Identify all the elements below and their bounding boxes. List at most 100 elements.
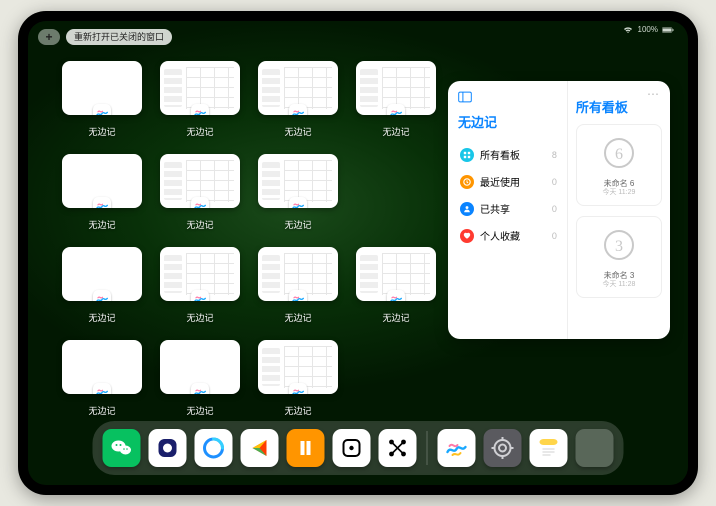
app-switcher-thumb[interactable]: 无边记 [62,340,142,417]
thumb-preview [160,154,240,208]
thumb-label: 无边记 [284,218,311,231]
battery-pct: 100% [638,25,658,34]
thumb-label: 无边记 [284,404,311,417]
new-window-button[interactable]: + [38,29,60,45]
app-switcher-thumb[interactable]: 无边记 [62,154,142,231]
more-icon[interactable]: ⋯ [647,87,660,101]
thumb-preview [62,340,142,394]
freeform-icon [289,197,307,208]
person-icon [460,202,474,216]
app-switcher-thumb[interactable]: 无边记 [160,340,240,417]
status-bar: 100% [622,25,674,34]
thumb-preview [356,247,436,301]
app-switcher-thumb[interactable]: 无边记 [356,247,436,324]
grid-icon [460,148,474,162]
graph-icon[interactable] [379,429,417,467]
sidebar-item-label: 所有看板 [480,147,520,162]
thumb-label: 无边记 [88,311,115,324]
freeform-icon [289,104,307,115]
app-switcher-thumb[interactable]: 无边记 [258,247,338,324]
thumb-preview [62,154,142,208]
sidebar-item-count: 0 [552,177,557,187]
app-switcher-thumb[interactable]: 无边记 [258,61,338,138]
wechat-icon[interactable] [103,429,141,467]
heart-icon [460,229,474,243]
reopen-closed-window-button[interactable]: 重新打开已关闭的窗口 [66,29,172,45]
sidebar-item-count: 0 [552,204,557,214]
svg-text:3: 3 [615,238,623,255]
panel-boards: 所有看板 6未命名 6今天 11:293未命名 3今天 11:28 [568,81,670,339]
thumb-label: 无边记 [88,404,115,417]
freeform-icon [191,104,209,115]
thumb-preview [258,154,338,208]
thumb-preview [356,61,436,115]
freeform-panel[interactable]: ⋯ 无边记 所有看板8最近使用0已共享0个人收藏0 所有看板 6未命名 6今天 … [448,81,670,339]
panel-left-title: 无边记 [458,112,559,131]
sidebar-item[interactable]: 已共享 0 [458,195,559,222]
thumb-preview [258,247,338,301]
top-controls: + 重新打开已关闭的窗口 [38,29,172,45]
wifi-icon [622,26,634,34]
freeform-icon [289,383,307,394]
board-subtitle: 今天 11:28 [602,281,635,289]
app-switcher-thumb[interactable]: 无边记 [160,154,240,231]
thumb-label: 无边记 [186,218,213,231]
thumb-label: 无边记 [186,404,213,417]
quark-icon[interactable] [149,429,187,467]
board-card[interactable]: 6 未命名 6今天 11:29 [576,124,662,206]
app-switcher-thumb[interactable]: 无边记 [258,154,338,231]
freeform-icon [191,197,209,208]
freeform-icon[interactable] [438,429,476,467]
board-sketch: 3 [596,225,642,271]
books-icon[interactable] [287,429,325,467]
dice-icon[interactable] [333,429,371,467]
sidebar-item[interactable]: 个人收藏0 [458,222,559,249]
app-switcher-thumb[interactable]: 无边记 [160,247,240,324]
board-meta: 未命名 6今天 11:29 [602,179,635,197]
thumb-label: 无边记 [382,125,409,138]
thumb-label: 无边记 [284,311,311,324]
sidebar-item[interactable]: 最近使用 0 [458,168,559,195]
thumb-preview [62,247,142,301]
board-sketch: 6 [596,133,642,179]
freeform-icon [93,104,111,115]
thumb-label: 无边记 [284,125,311,138]
settings-icon[interactable] [484,429,522,467]
app-switcher-thumb[interactable]: 无边记 [258,340,338,417]
app-folder[interactable] [576,429,614,467]
svg-text:6: 6 [615,146,623,163]
board-title: 未命名 3 [602,271,635,281]
freeform-icon [387,290,405,301]
sidebar-item-label: 最近使用 [480,174,520,189]
freeform-icon [191,290,209,301]
app-switcher-thumb[interactable]: 无边记 [62,61,142,138]
thumb-preview [160,247,240,301]
app-switcher-thumb[interactable]: 无边记 [62,247,142,324]
thumb-label: 无边记 [88,218,115,231]
battery-icon [662,26,674,34]
dock-divider [427,431,428,465]
freeform-icon [93,383,111,394]
clock-icon [460,175,474,189]
board-card[interactable]: 3 未命名 3今天 11:28 [576,216,662,298]
qqbrowser-icon[interactable] [195,429,233,467]
ipad-device: 100% + 重新打开已关闭的窗口 无边记无边记无边记无边记无边记无边记无边记无… [18,11,698,495]
thumb-preview [160,61,240,115]
dock [93,421,624,475]
sidebar-item[interactable]: 所有看板 8 [458,141,559,168]
sidebar-item-count: 8 [552,150,557,160]
freeform-icon [93,290,111,301]
app-switcher-grid: 无边记无边记无边记无边记无边记无边记无边记无边记无边记无边记无边记无边记无边记无… [62,61,436,417]
board-subtitle: 今天 11:29 [602,189,635,197]
play-icon[interactable] [241,429,279,467]
sidebar-toggle-icon[interactable] [458,91,472,103]
app-switcher-thumb[interactable]: 无边记 [160,61,240,138]
sidebar-item-label: 已共享 [480,201,510,216]
board-meta: 未命名 3今天 11:28 [602,271,635,289]
app-switcher-thumb[interactable]: 无边记 [356,61,436,138]
board-title: 未命名 6 [602,179,635,189]
notes-icon[interactable] [530,429,568,467]
thumb-preview [258,61,338,115]
thumb-label: 无边记 [186,125,213,138]
sidebar-item-label: 个人收藏 [480,228,520,243]
